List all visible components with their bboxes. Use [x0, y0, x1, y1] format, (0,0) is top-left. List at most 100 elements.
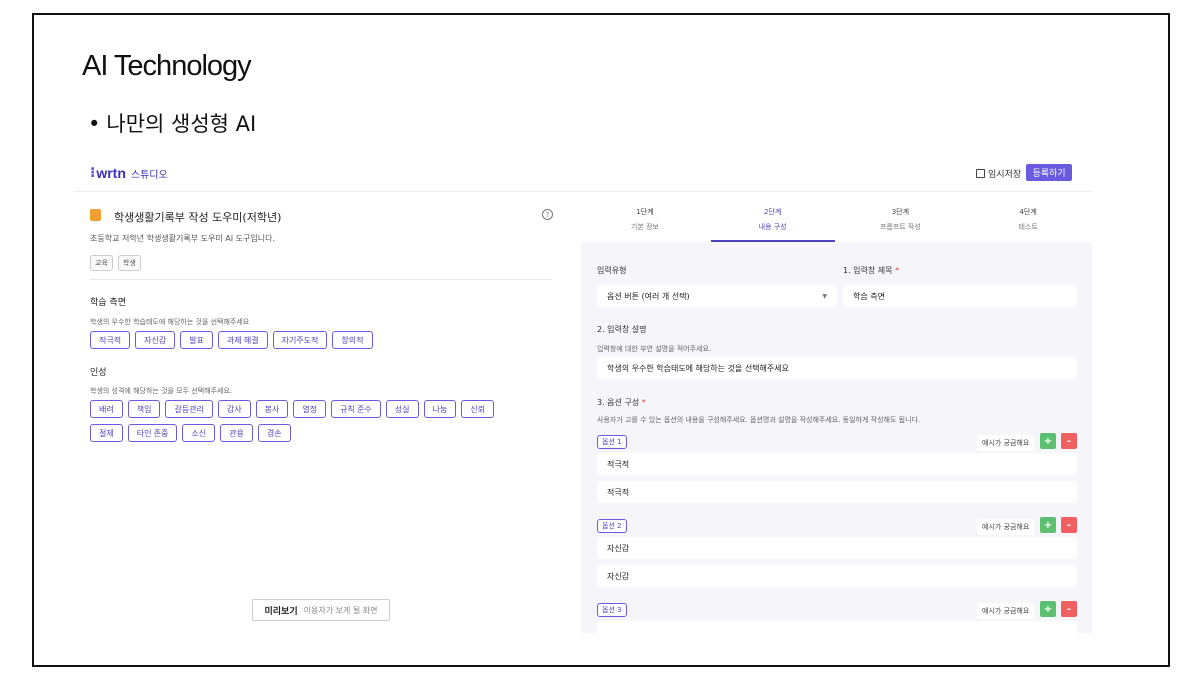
input-desc-label: 2. 입력창 설명	[597, 325, 647, 334]
preview-button[interactable]: 미리보기 이용자가 보게 될 화면	[252, 599, 390, 621]
input-title-label-text: 1. 입력창 제목	[843, 266, 893, 275]
example-button[interactable]: 예시가 궁금해요	[977, 603, 1035, 619]
topbar: ⁝ wrtn 스튜디오 임시저장 등록하기	[74, 157, 1092, 191]
options-label: 3. 옵션 구성 *	[597, 397, 646, 408]
slide-bullet: • 나만의 생성형 AI	[88, 112, 257, 136]
required-mark: *	[641, 398, 646, 407]
add-option-button[interactable]: +	[1040, 601, 1056, 617]
option-badge: 옵션 2	[597, 519, 627, 533]
option-chip[interactable]: 관용	[220, 424, 253, 442]
chip-row: 배려 책임 갈등관리 감사 봉사 열정 규칙 준수 성실 나눔 신뢰	[90, 400, 494, 418]
section-hint: 학생의 우수한 학습태도에 해당하는 것을 선택해주세요	[90, 318, 250, 326]
option-chip[interactable]: 책임	[127, 400, 161, 418]
tag-badge: 학생	[117, 255, 141, 271]
logo[interactable]: ⁝ wrtn 스튜디오	[90, 165, 168, 181]
register-button[interactable]: 등록하기	[1026, 164, 1072, 181]
slide-bullet-text: 나만의 생성형 AI	[106, 112, 257, 136]
chevron-down-icon: ▼	[822, 293, 827, 300]
option-name-field[interactable]: 자신감	[597, 537, 1077, 559]
preview-sub: 이용자가 보게 될 화면	[303, 605, 378, 615]
step-tabs: 1단계 기본 정보 2단계 내용 구성 3단계 프롬프트 작성 4단계 테스트	[581, 192, 1092, 242]
step-label: 프롬프트 작성	[879, 223, 921, 231]
option-chip[interactable]: 봉사	[255, 400, 289, 418]
option-badge: 옵션 3	[597, 603, 627, 617]
input-desc-field[interactable]: 학생의 우수한 학습태도에 해당하는 것을 선택해주세요	[597, 357, 1077, 379]
option-chip[interactable]: 소신	[182, 424, 216, 442]
tag-badge: 교육	[90, 255, 113, 271]
remove-option-button[interactable]: -	[1061, 433, 1077, 449]
input-type-value: 옵션 버튼 (여러 개 선택)	[607, 291, 690, 301]
step-tab-4[interactable]: 4단계테스트	[964, 192, 1092, 242]
slide-title: AI Technology	[82, 50, 252, 82]
section-hint: 학생의 성격에 해당하는 것을 모두 선택해주세요.	[90, 387, 233, 395]
option-chip[interactable]: 신뢰	[461, 400, 494, 418]
example-button[interactable]: 예시가 궁금해요	[977, 519, 1035, 535]
input-type-select[interactable]: 옵션 버튼 (여러 개 선택) ▼	[597, 285, 837, 307]
chip-row: 적극적 자신감 발표 과제 해결 자기주도적 창의적	[90, 331, 373, 349]
option-chip[interactable]: 겸손	[257, 424, 291, 442]
option-desc-field[interactable]: 적극적	[597, 481, 1077, 503]
chip-row: 절제 타인 존중 소신 관용 겸손	[90, 424, 291, 442]
left-panel: 학생생활기록부 작성 도우미(저학년) ? 초등학교 저학년 학생생활기록부 도…	[74, 192, 581, 633]
tag-list: 교육 학생	[90, 255, 141, 271]
remove-option-button[interactable]: -	[1061, 601, 1077, 617]
logo-word: wrtn	[96, 165, 126, 181]
step-tab-2[interactable]: 2단계내용 구성	[709, 192, 837, 242]
help-icon[interactable]: ?	[542, 209, 553, 220]
right-panel: 1단계 기본 정보 2단계 내용 구성 3단계 프롬프트 작성 4단계 테스트 입력유형 1.…	[581, 192, 1092, 633]
input-title-label: 1. 입력창 제목 *	[843, 265, 899, 276]
step-label: 내용 구성	[758, 223, 787, 231]
input-title-field[interactable]: 학습 측면	[843, 285, 1077, 307]
step-number: 3단계	[891, 208, 910, 216]
option-chip[interactable]: 타인 존중	[127, 424, 178, 442]
options-label-text: 3. 옵션 구성	[597, 398, 640, 407]
remove-option-button[interactable]: -	[1061, 517, 1077, 533]
section-title: 인성	[90, 368, 107, 378]
add-option-button[interactable]: +	[1040, 433, 1056, 449]
option-chip[interactable]: 발표	[180, 331, 213, 349]
option-chip[interactable]: 감사	[217, 400, 251, 418]
step-label: 기본 정보	[630, 223, 659, 231]
tool-description: 초등학교 저학년 학생생활기록부 도우미 AI 도구입니다.	[90, 234, 276, 243]
option-name-field[interactable]: 적극적	[597, 453, 1077, 475]
book-icon	[90, 209, 101, 221]
logo-studio: 스튜디오	[130, 169, 168, 181]
example-button[interactable]: 예시가 궁금해요	[977, 435, 1035, 451]
option-chip[interactable]: 갈등관리	[165, 400, 213, 418]
step-tab-1[interactable]: 1단계기본 정보	[581, 192, 709, 242]
option-chip[interactable]: 과제 해결	[217, 331, 268, 349]
option-chip[interactable]: 성실	[385, 400, 419, 418]
option-chip[interactable]: 적극적	[90, 331, 131, 349]
tool-title: 학생생활기록부 작성 도우미(저학년)	[114, 211, 282, 224]
option-badge: 옵션 1	[597, 435, 627, 449]
add-option-button[interactable]: +	[1040, 517, 1056, 533]
required-mark: *	[895, 266, 900, 275]
option-chip[interactable]: 나눔	[423, 400, 457, 418]
option-name-field[interactable]	[597, 621, 1077, 633]
option-chip[interactable]: 자기주도적	[272, 331, 328, 349]
option-chip[interactable]: 배려	[90, 400, 123, 418]
input-desc-hint: 입력창에 대한 부연 설명을 적어주세요.	[597, 345, 712, 353]
option-desc-field[interactable]: 자신감	[597, 565, 1077, 587]
input-type-label: 입력유형	[597, 266, 627, 275]
app-screenshot: ⁝ wrtn 스튜디오 임시저장 등록하기 학생생활기록부 작성 도우미(저학년…	[74, 157, 1092, 633]
logo-mark-icon: ⁝	[90, 165, 96, 181]
options-hint: 사용자가 고를 수 있는 옵션의 내용을 구성해주세요. 옵션명과 설명을 작성…	[597, 416, 921, 424]
input-title-value: 학습 측면	[853, 291, 885, 301]
step-number: 4단계	[1019, 208, 1037, 216]
step-number: 1단계	[636, 208, 654, 216]
option-chip[interactable]: 자신감	[135, 331, 176, 349]
option-chip[interactable]: 절제	[90, 424, 123, 442]
divider	[90, 279, 552, 280]
step-tab-3[interactable]: 3단계프롬프트 작성	[837, 192, 965, 242]
section-title: 학습 측면	[90, 298, 126, 308]
step-number: 2단계	[763, 208, 782, 216]
save-icon	[976, 169, 985, 178]
option-chip[interactable]: 창의적	[332, 331, 373, 349]
option-chip[interactable]: 규칙 준수	[331, 400, 381, 418]
preview-label: 미리보기	[264, 606, 298, 617]
input-desc-value: 학생의 우수한 학습태도에 해당하는 것을 선택해주세요	[607, 363, 789, 373]
save-draft-button[interactable]: 임시저장	[976, 167, 1021, 180]
step-label: 테스트	[1018, 223, 1038, 231]
option-chip[interactable]: 열정	[293, 400, 327, 418]
